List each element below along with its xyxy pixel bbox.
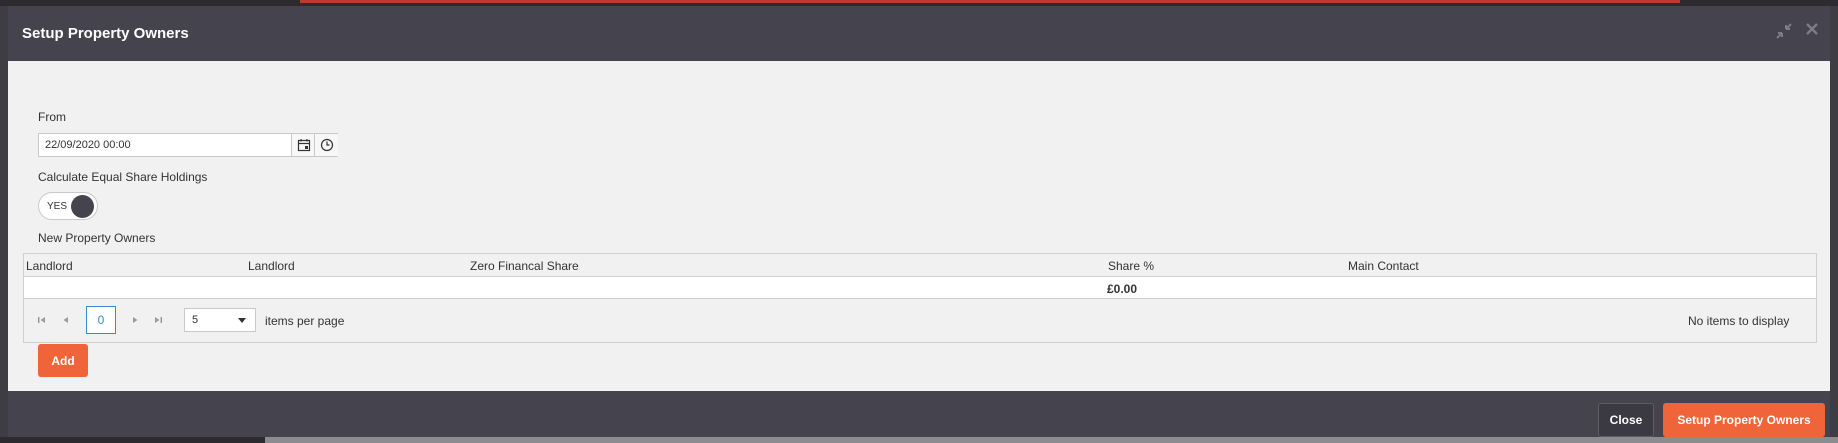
column-header-zero-financial-share[interactable]: Zero Financal Share	[470, 259, 579, 273]
from-date-input[interactable]	[39, 134, 291, 156]
current-page[interactable]: 0	[86, 306, 116, 334]
property-owners-grid: Landlord Landlord Zero Financal Share Sh…	[23, 253, 1817, 343]
background-left-edge	[0, 6, 8, 443]
grid-header: Landlord Landlord Zero Financal Share Sh…	[24, 254, 1816, 277]
last-page-icon[interactable]	[153, 315, 163, 328]
setup-property-owners-button[interactable]: Setup Property Owners	[1663, 403, 1825, 437]
from-label: From	[38, 110, 66, 124]
dialog-body: From Calculate Equal Share Holdings	[8, 61, 1830, 391]
close-button[interactable]: Close	[1598, 403, 1654, 437]
column-header-landlord-2[interactable]: Landlord	[248, 259, 295, 273]
page-size-value: 5	[192, 314, 199, 326]
previous-page-icon[interactable]	[61, 315, 71, 328]
column-header-share-percent[interactable]: Share %	[1108, 259, 1154, 273]
dialog-title: Setup Property Owners	[22, 25, 189, 42]
dialog-header: Setup Property Owners	[8, 6, 1830, 61]
share-total: £0.00	[1107, 282, 1138, 296]
new-owners-label: New Property Owners	[38, 231, 156, 245]
next-page-icon[interactable]	[130, 315, 140, 328]
dialog-footer: Close Setup Property Owners	[8, 391, 1830, 437]
calendar-icon[interactable]	[291, 134, 315, 156]
chevron-down-icon	[237, 316, 247, 326]
toggle-state-label: YES	[47, 201, 68, 212]
equal-share-toggle[interactable]: YES	[38, 192, 98, 220]
clock-icon[interactable]	[314, 134, 338, 156]
equal-share-label: Calculate Equal Share Holdings	[38, 170, 208, 184]
first-page-icon[interactable]	[37, 315, 47, 328]
no-items-message: No items to display	[1688, 314, 1790, 328]
setup-property-owners-dialog: Setup Property Owners From 22/09/2020 00…	[8, 6, 1830, 437]
items-per-page-label: items per page	[265, 314, 345, 328]
grid-pager: 0 5 items per page No items to display	[24, 299, 1816, 343]
background-right-edge	[1830, 6, 1838, 443]
close-icon[interactable]	[1805, 22, 1819, 41]
background-bottom-strip	[265, 437, 1838, 443]
toggle-knob	[71, 195, 94, 218]
add-owner-button[interactable]: Add	[38, 344, 88, 377]
page-size-select[interactable]: 5	[184, 308, 256, 332]
background-accent-strip	[300, 0, 1680, 3]
column-header-landlord[interactable]: Landlord	[26, 259, 73, 273]
column-header-main-contact[interactable]: Main Contact	[1348, 259, 1419, 273]
from-datetime-picker	[38, 133, 338, 157]
restore-icon[interactable]	[1775, 22, 1793, 43]
grid-footer-row: £0.00	[24, 277, 1816, 299]
